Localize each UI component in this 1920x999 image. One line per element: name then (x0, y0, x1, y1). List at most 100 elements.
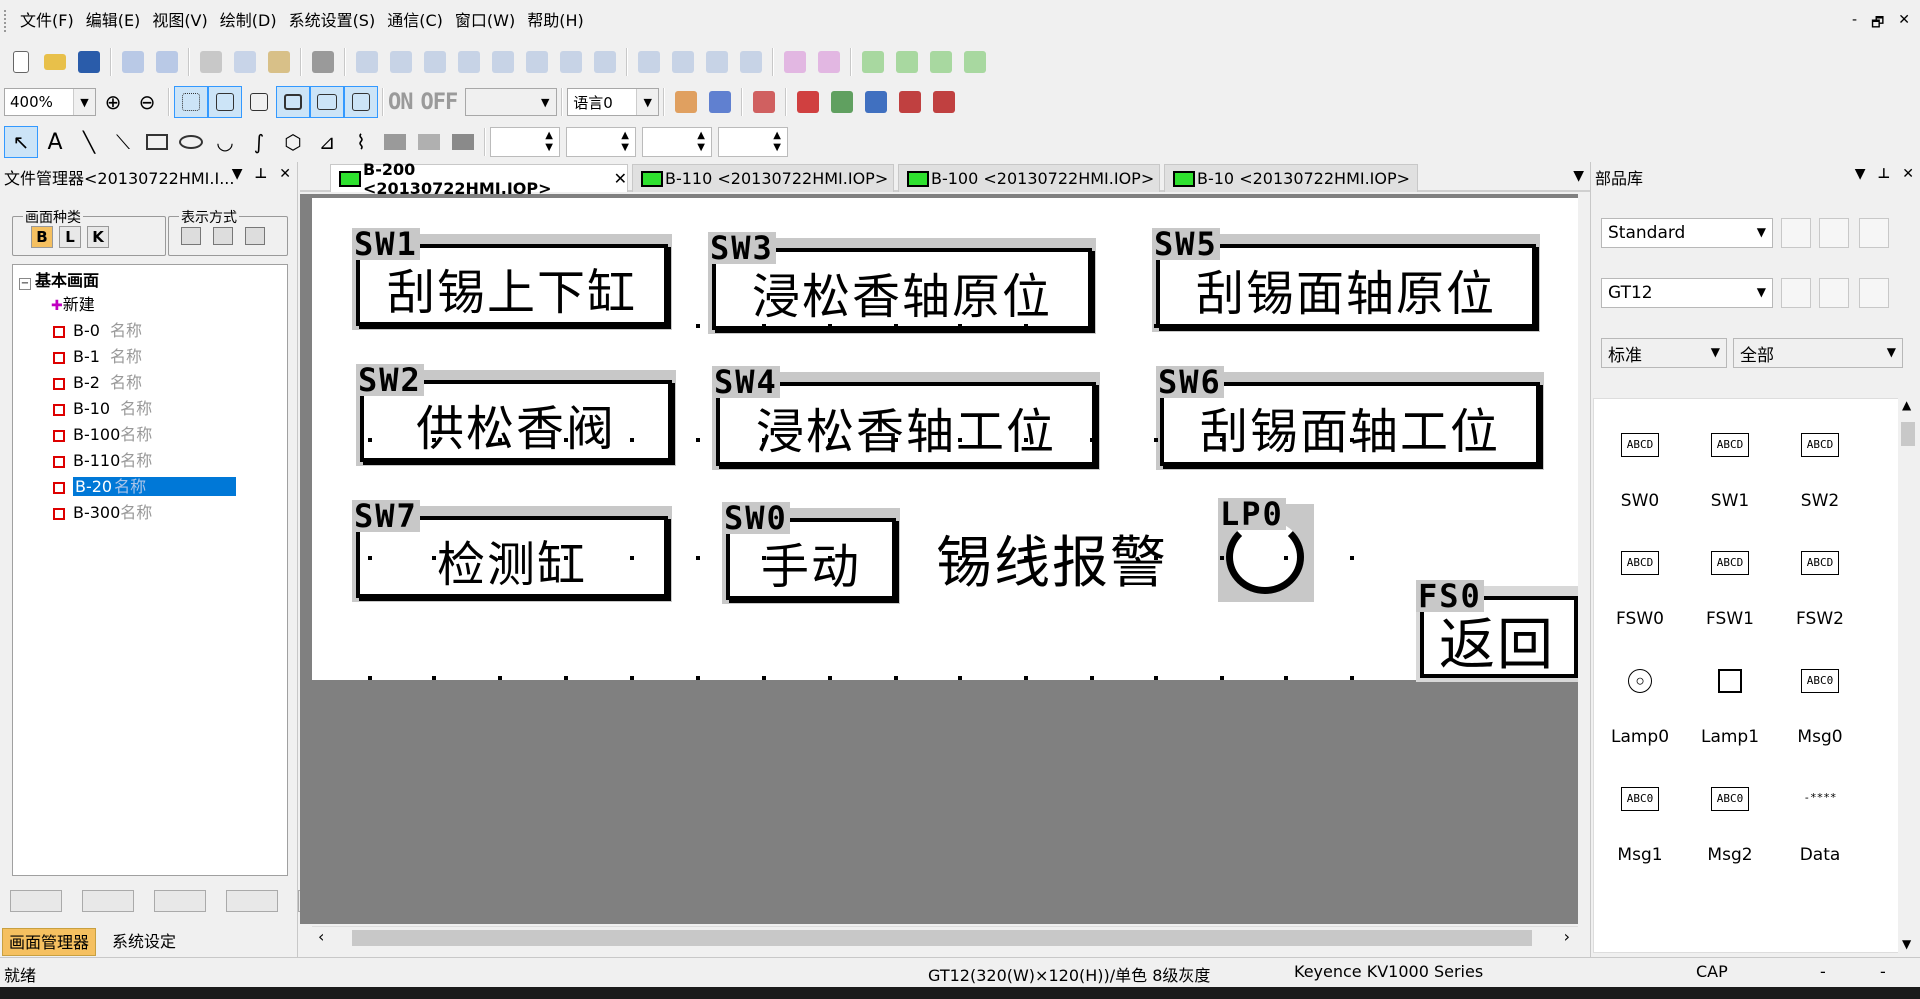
distribute-vertical-button[interactable] (588, 46, 622, 78)
tree-item-b-1[interactable]: B-1 名称 (53, 345, 142, 369)
grid-dots-button[interactable] (174, 86, 208, 118)
mirror-button[interactable] (924, 46, 958, 78)
pin-icon[interactable]: ⊥ (254, 166, 267, 182)
distribute-horizontal-button[interactable] (554, 46, 588, 78)
center-vertical-button[interactable] (520, 46, 554, 78)
panel-menu-icon[interactable]: ▼ (232, 166, 243, 182)
restore-button[interactable]: 🗗 (1871, 12, 1884, 36)
display-frame-button[interactable] (276, 86, 310, 118)
on-state-button[interactable]: ON (388, 90, 413, 115)
tree-root[interactable]: − 基本画面 (19, 269, 99, 293)
tab-b-100[interactable]: B-100 <20130722HMI.IOP> (898, 164, 1160, 192)
polygon2-tool[interactable]: ⊿ (310, 126, 344, 158)
base-screen-button[interactable]: B (31, 226, 53, 248)
paste-button[interactable] (262, 46, 296, 78)
cut-button[interactable] (194, 46, 228, 78)
display-tags-button[interactable] (344, 86, 378, 118)
align-left-button[interactable] (350, 46, 384, 78)
save-button[interactable] (72, 46, 106, 78)
hmi-switch-sw6[interactable]: 刮锡面轴工位 SW6 (1156, 366, 1544, 470)
hmi-switch-sw1[interactable]: 刮锡上下缸 SW1 (352, 228, 672, 330)
tab-list-icon[interactable]: ▼ (1573, 168, 1584, 184)
language-select[interactable]: 语言0 ▼ (567, 88, 660, 116)
upload-button[interactable] (825, 86, 859, 118)
off-state-button[interactable]: OFF (421, 90, 459, 115)
bring-front-button[interactable] (700, 46, 734, 78)
tab-b-10[interactable]: B-10 <20130722HMI.IOP> (1164, 164, 1418, 192)
scroll-down-icon[interactable]: ▼ (1902, 937, 1911, 951)
parts-vertical-scrollbar[interactable]: ▲ ▼ (1898, 398, 1918, 953)
part-lamp1[interactable]: Lamp1 (1688, 643, 1772, 753)
hmi-screen[interactable]: 刮锡上下缸 SW1 浸松香轴原位 SW3 刮锡面轴原位 SW5 供松香阀 SW2… (312, 198, 1578, 682)
new-file-button[interactable] (4, 46, 38, 78)
zoom-out-button[interactable]: ⊖ (130, 86, 164, 118)
zoom-in-button[interactable]: ⊕ (96, 86, 130, 118)
scroll-left-icon[interactable]: ‹ (318, 927, 324, 946)
bitmap-tool[interactable] (378, 126, 412, 158)
part-sw1[interactable]: ABCD SW1 (1688, 407, 1772, 517)
screen-switch-button[interactable] (747, 86, 781, 118)
pin-icon[interactable]: ⊥ (1877, 166, 1890, 182)
height-spinner[interactable]: ▲ ▼ (718, 127, 788, 157)
center-horizontal-button[interactable] (486, 46, 520, 78)
zoom-select[interactable]: 400% ▼ (4, 88, 96, 116)
hmi-switch-sw3[interactable]: 浸松香轴原位 SW3 (708, 232, 1096, 334)
close-tab-icon[interactable]: ✕ (614, 169, 627, 188)
category-select[interactable]: 标准 ▼ (1601, 338, 1727, 368)
x-position-spinner[interactable]: ▲ ▼ (490, 127, 560, 157)
part-lamp0[interactable]: ◯ Lamp0 (1598, 643, 1682, 753)
rotate-button[interactable] (890, 46, 924, 78)
scroll-right-icon[interactable]: › (1564, 927, 1570, 946)
tab-system-settings[interactable]: 系统设定 (106, 928, 182, 956)
close-icon[interactable]: ✕ (279, 166, 291, 182)
paste-screen-button[interactable] (226, 890, 278, 912)
scroll-thumb[interactable] (352, 930, 1532, 946)
layer-button-1[interactable] (669, 86, 703, 118)
library-view-button[interactable] (1859, 218, 1889, 248)
ellipse-tool[interactable] (174, 126, 208, 158)
open-button[interactable] (38, 46, 72, 78)
copy-button[interactable] (228, 46, 262, 78)
model-new-button[interactable] (1781, 278, 1811, 308)
scroll-up-icon[interactable]: ▲ (1902, 398, 1911, 412)
tree-item-b-100[interactable]: B-100名称 (53, 423, 152, 447)
display-number-button[interactable] (310, 86, 344, 118)
tree-item-b-300[interactable]: B-300名称 (53, 501, 152, 525)
screen-editor-canvas[interactable]: 刮锡上下缸 SW1 浸松香轴原位 SW3 刮锡面轴原位 SW5 供松香阀 SW2… (300, 194, 1578, 924)
y-position-spinner[interactable]: ▲ ▼ (566, 127, 636, 157)
tree-item-b-2[interactable]: B-2 名称 (53, 371, 142, 395)
group-button[interactable] (778, 46, 812, 78)
menu-edit[interactable]: 编辑(E) (80, 6, 147, 36)
part-data[interactable]: -**** Data (1778, 761, 1862, 871)
part-msg0[interactable]: ABC0 Msg0 (1778, 643, 1862, 753)
polyline-tool[interactable]: ⟍ (106, 126, 140, 158)
print-button[interactable] (306, 46, 340, 78)
part-fsw1[interactable]: ABCD FSW1 (1688, 525, 1772, 635)
undo-button[interactable] (116, 46, 150, 78)
align-top-button[interactable] (418, 46, 452, 78)
line-tool[interactable]: ╲ (72, 126, 106, 158)
align-bottom-button[interactable] (452, 46, 486, 78)
part-fsw0[interactable]: ABCD FSW0 (1598, 525, 1682, 635)
tree-item-b-110[interactable]: B-110名称 (53, 449, 152, 473)
minimize-button[interactable]: - (1852, 12, 1857, 36)
model-view-button[interactable] (1859, 278, 1889, 308)
library-new-button[interactable] (1781, 218, 1811, 248)
hmi-lamp-lp0[interactable]: LP0 (1218, 498, 1314, 602)
arc-tool[interactable]: ◡ (208, 126, 242, 158)
hmi-switch-sw7[interactable]: 检测缸 SW7 (352, 500, 672, 602)
compare-button[interactable] (893, 86, 927, 118)
tree-item-b-10[interactable]: B-10 名称 (53, 397, 152, 421)
width-spinner[interactable]: ▲ ▼ (642, 127, 712, 157)
menu-help[interactable]: 帮助(H) (521, 6, 590, 36)
scroll-thumb[interactable] (1901, 422, 1915, 446)
hmi-switch-sw5[interactable]: 刮锡面轴原位 SW5 (1152, 228, 1540, 332)
curve-tool[interactable]: ∫ (242, 126, 276, 158)
tab-b-200[interactable]: B-200 <20130722HMI.IOP> ✕ (330, 160, 628, 198)
transfer-button[interactable] (859, 86, 893, 118)
alarm-text[interactable]: 锡线报警 (936, 518, 1168, 599)
part-fsw2[interactable]: ABCD FSW2 (1778, 525, 1862, 635)
same-height-button[interactable] (666, 46, 700, 78)
tab-screen-manager[interactable]: 画面管理器 (2, 928, 97, 956)
part-sw0[interactable]: ABCD SW0 (1598, 407, 1682, 517)
